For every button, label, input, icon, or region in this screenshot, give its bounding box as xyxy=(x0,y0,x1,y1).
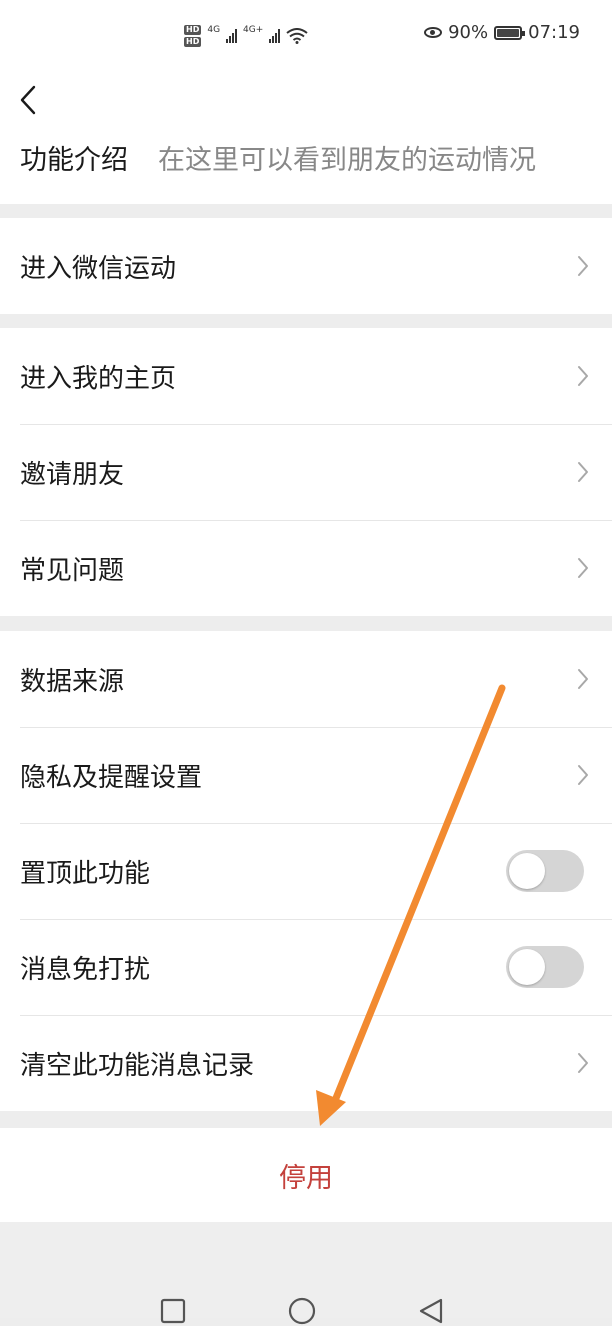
row-label: 进入微信运动 xyxy=(20,253,177,284)
battery-icon xyxy=(494,25,526,40)
row-my-homepage[interactable]: 进入我的主页 xyxy=(0,328,612,424)
row-label: 进入我的主页 xyxy=(20,363,177,394)
back-button[interactable] xyxy=(10,80,46,120)
do-not-disturb-toggle[interactable] xyxy=(506,946,584,988)
chevron-right-icon xyxy=(576,254,590,278)
system-indicators: 90% 07:19 xyxy=(424,22,580,43)
row-clear-messages[interactable]: 清空此功能消息记录 xyxy=(0,1015,612,1111)
chevron-right-icon xyxy=(576,364,590,388)
row-invite-friends[interactable]: 邀请朋友 xyxy=(0,424,612,520)
network-type-1: 4G xyxy=(207,25,221,35)
network-type-2: 4G+ xyxy=(243,25,264,35)
pin-to-top-toggle[interactable] xyxy=(506,850,584,892)
row-label: 数据来源 xyxy=(20,666,125,697)
row-do-not-disturb: 消息免打扰 xyxy=(0,919,612,1015)
page-header: 功能介绍 在这里可以看到朋友的运动情况 xyxy=(0,70,612,204)
settings-group-3: 数据来源 隐私及提醒设置 置顶此功能 消息免打扰 清空此功能消息记录 xyxy=(0,631,612,1111)
chevron-right-icon xyxy=(576,460,590,484)
chevron-right-icon xyxy=(576,556,590,580)
row-data-source[interactable]: 数据来源 xyxy=(0,631,612,727)
battery-percent: 90% xyxy=(448,22,489,43)
system-nav-bar xyxy=(0,1222,612,1325)
chevron-right-icon xyxy=(576,1051,590,1075)
settings-group-2: 进入我的主页 邀请朋友 常见问题 xyxy=(0,328,612,616)
signal-icon xyxy=(226,29,238,43)
row-pin-to-top: 置顶此功能 xyxy=(0,823,612,919)
settings-group-1: 进入微信运动 xyxy=(0,218,612,314)
square-icon[interactable] xyxy=(158,1296,188,1326)
triangle-back-icon[interactable] xyxy=(416,1296,446,1326)
chevron-left-icon xyxy=(20,85,36,115)
toggle-knob xyxy=(509,853,545,889)
feature-intro: 功能介绍 在这里可以看到朋友的运动情况 xyxy=(20,138,536,177)
row-label: 常见问题 xyxy=(20,555,125,586)
row-label: 置顶此功能 xyxy=(20,858,151,889)
row-label: 邀请朋友 xyxy=(20,459,125,490)
network-indicators: HD HD 4G 4G+ xyxy=(184,18,308,54)
disable-button[interactable]: 停用 xyxy=(0,1128,612,1222)
toggle-knob xyxy=(509,949,545,985)
intro-label: 功能介绍 xyxy=(20,145,128,176)
wifi-icon xyxy=(286,28,308,44)
row-label: 清空此功能消息记录 xyxy=(20,1050,255,1081)
clock: 07:19 xyxy=(528,22,580,43)
row-label: 隐私及提醒设置 xyxy=(20,762,203,793)
row-privacy-settings[interactable]: 隐私及提醒设置 xyxy=(0,727,612,823)
row-label: 消息免打扰 xyxy=(20,954,151,985)
hd-badge: HD xyxy=(184,37,202,47)
eye-icon xyxy=(424,27,443,38)
status-bar: HD HD 4G 4G+ 90% 07:19 xyxy=(0,0,612,70)
signal-icon xyxy=(269,29,281,43)
row-enter-wechat-sport[interactable]: 进入微信运动 xyxy=(0,218,612,314)
chevron-right-icon xyxy=(576,667,590,691)
hd-badge: HD xyxy=(184,25,202,35)
circle-icon[interactable] xyxy=(287,1296,317,1326)
intro-description: 在这里可以看到朋友的运动情况 xyxy=(158,145,536,176)
row-faq[interactable]: 常见问题 xyxy=(0,520,612,616)
chevron-right-icon xyxy=(576,763,590,787)
